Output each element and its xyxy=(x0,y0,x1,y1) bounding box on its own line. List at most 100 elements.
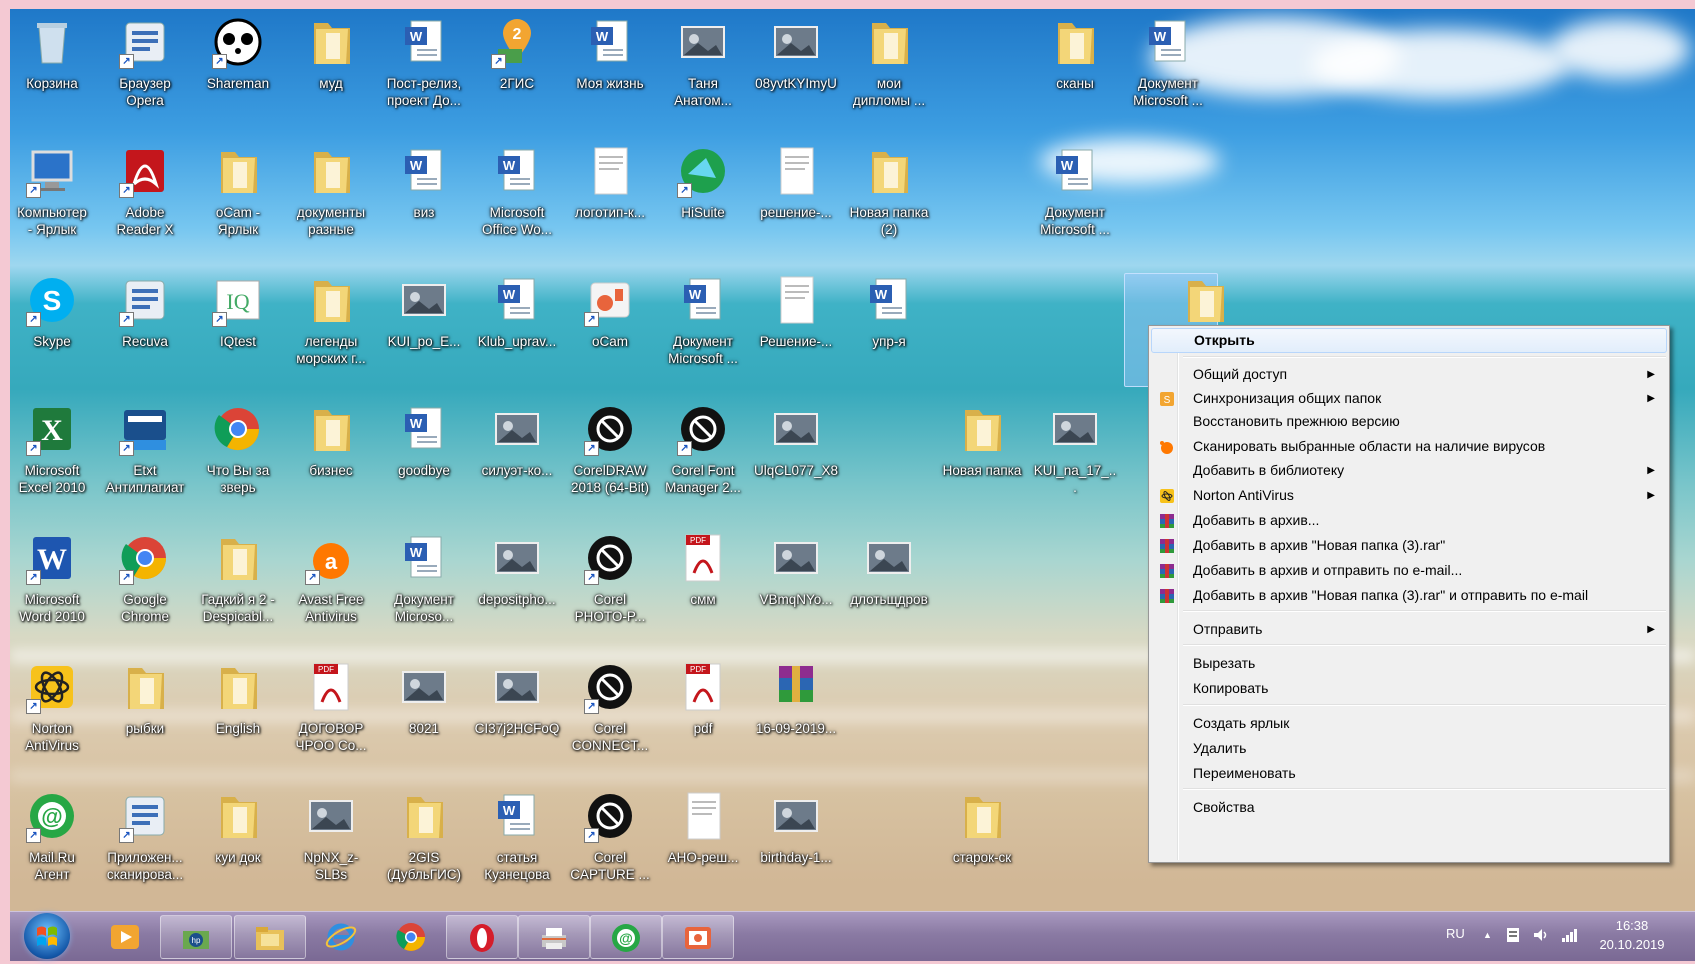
media-player-button[interactable] xyxy=(90,915,160,957)
desktop-icon[interactable]: ↗ Corel CONNECT... xyxy=(567,660,653,754)
desktop-icon[interactable]: IQ ↗ IQtest xyxy=(195,273,281,350)
desktop-icon[interactable]: ↗ Приложен... сканирова... xyxy=(102,789,188,883)
desktop-icon[interactable]: W ↗ Microsoft Word 2010 xyxy=(10,531,95,625)
desktop-icon[interactable]: сканы xyxy=(1032,15,1118,92)
desktop-icon[interactable]: 16-09-2019... xyxy=(753,660,839,737)
desktop-icon[interactable]: документы разные xyxy=(288,144,374,238)
desktop-icon[interactable]: S ↗ Skype xyxy=(10,273,95,350)
desktop-icon[interactable]: Новая папка xyxy=(939,402,1025,479)
desktop-icon[interactable]: бизнес xyxy=(288,402,374,479)
menu-item[interactable]: Добавить в архив и отправить по e-mail..… xyxy=(1151,558,1667,583)
desktop-icon[interactable]: X ↗ Microsoft Excel 2010 xyxy=(10,402,95,496)
menu-item[interactable]: Восстановить прежнюю версию xyxy=(1151,409,1667,434)
desktop-icon[interactable]: ↗ Corel Font Manager 2... xyxy=(660,402,746,496)
desktop-icon[interactable]: ↗ Etxt Антиплагиат xyxy=(102,402,188,496)
desktop-icon[interactable]: VBmqNYo... xyxy=(753,531,839,608)
desktop-icon[interactable]: ↗ Google Chrome xyxy=(102,531,188,625)
desktop-icon[interactable]: куи док xyxy=(195,789,281,866)
desktop-icon[interactable]: W Пост-релиз, проект До... xyxy=(381,15,467,109)
desktop-icon[interactable]: ↗ Компьютер - Ярлык xyxy=(10,144,95,238)
desktop-icon[interactable]: ↗ Recuva xyxy=(102,273,188,350)
desktop-icon[interactable]: легенды морских г... xyxy=(288,273,374,367)
desktop-icon[interactable]: CI37j2HCFoQ xyxy=(474,660,560,737)
desktop-icon[interactable]: W Документ Microsoft ... xyxy=(660,273,746,367)
desktop-icon[interactable]: мои дипломы ... xyxy=(846,15,932,109)
desktop-icon[interactable]: oCam - Ярлык xyxy=(195,144,281,238)
network-signal-icon[interactable] xyxy=(1560,926,1580,944)
desktop-icon[interactable]: ↗ oCam xyxy=(567,273,653,350)
ie-button[interactable] xyxy=(306,915,376,957)
menu-item[interactable]: Вырезать xyxy=(1151,651,1667,676)
desktop-icon[interactable]: W Документ Microso... xyxy=(381,531,467,625)
desktop-icon[interactable]: ↗ HiSuite xyxy=(660,144,746,221)
desktop-icon[interactable]: PDF pdf xyxy=(660,660,746,737)
desktop-icon[interactable]: АНО-реш... xyxy=(660,789,746,866)
desktop-icon[interactable]: W Документ Microsoft ... xyxy=(1125,15,1211,109)
start-button[interactable] xyxy=(24,913,70,959)
desktop-icon[interactable]: Новая папка (2) xyxy=(846,144,932,238)
desktop-icon[interactable]: длотьщдров xyxy=(846,531,932,608)
desktop-icon[interactable]: 2 ↗ 2ГИС xyxy=(474,15,560,92)
desktop-icon[interactable]: ↗ Браузер Opera xyxy=(102,15,188,109)
clock-time[interactable]: 16:38 xyxy=(1602,918,1662,933)
desktop-icon[interactable]: ↗ CorelDRAW 2018 (64-Bit) xyxy=(567,402,653,496)
desktop-icon[interactable]: логотип-к... xyxy=(567,144,653,221)
desktop-icon[interactable]: W Microsoft Office Wo... xyxy=(474,144,560,238)
desktop-icon[interactable]: Гадкий я 2 - Despicabl... xyxy=(195,531,281,625)
menu-item[interactable]: Добавить в библиотеку ▶ xyxy=(1151,458,1667,483)
desktop-icon[interactable]: Wвиз xyxy=(381,144,467,221)
menu-item[interactable]: Отправить ▶ xyxy=(1151,617,1667,642)
desktop-icon[interactable]: Wgoodbye xyxy=(381,402,467,479)
desktop-icon[interactable]: решение-... xyxy=(753,144,839,221)
ocam-button[interactable] xyxy=(662,915,734,959)
desktop-icon[interactable]: English xyxy=(195,660,281,737)
menu-item[interactable]: Сканировать выбранные области на наличие… xyxy=(1151,434,1667,459)
desktop-icon[interactable]: NpNX_z-SLBs xyxy=(288,789,374,883)
desktop-icon[interactable]: ↗ Corel PHOTO-P... xyxy=(567,531,653,625)
printer-button[interactable] xyxy=(518,915,590,959)
menu-item[interactable]: Удалить xyxy=(1151,736,1667,761)
desktop-icon[interactable]: @ ↗ Mail.Ru Агент xyxy=(10,789,95,883)
desktop-icon[interactable]: PDF ДОГОВОР ЧРОО Со... xyxy=(288,660,374,754)
menu-item[interactable]: S Синхронизация общих папок ▶ xyxy=(1151,386,1667,411)
menu-item[interactable]: Свойства xyxy=(1151,795,1667,820)
desktop-icon[interactable]: Корзина xyxy=(10,15,95,92)
menu-item[interactable]: Общий доступ ▶ xyxy=(1151,362,1667,387)
desktop-icon[interactable]: birthday-1... xyxy=(753,789,839,866)
desktop-icon[interactable]: ↗ Adobe Reader X xyxy=(102,144,188,238)
desktop-icon[interactable]: W Klub_uprav... xyxy=(474,273,560,350)
desktop-icon[interactable]: Таня Анатом... xyxy=(660,15,746,109)
desktop-icon[interactable]: depositpho... xyxy=(474,531,560,608)
desktop-icon[interactable]: Решение-... xyxy=(753,273,839,350)
desktop-icon[interactable]: Что Вы за зверь xyxy=(195,402,281,496)
menu-item[interactable]: Копировать xyxy=(1151,676,1667,701)
chrome-taskbar-button[interactable] xyxy=(376,915,446,957)
mail-agent-button[interactable]: @ xyxy=(590,915,662,959)
menu-item[interactable]: Norton AntiVirus ▶ xyxy=(1151,483,1667,508)
menu-item[interactable]: Открыть xyxy=(1151,328,1667,353)
desktop-icon[interactable]: 2GIS (ДубльГИС) xyxy=(381,789,467,883)
desktop-icon[interactable]: рыбки xyxy=(102,660,188,737)
hp-button[interactable]: hp xyxy=(160,915,232,959)
menu-item[interactable]: Добавить в архив... xyxy=(1151,508,1667,533)
desktop-icon[interactable]: KUI_na_17_... xyxy=(1032,402,1118,496)
desktop-icon[interactable]: 08yvtKYImyU xyxy=(753,15,839,92)
menu-item[interactable]: Создать ярлык xyxy=(1151,711,1667,736)
desktop-icon[interactable]: ↗ Norton AntiVirus xyxy=(10,660,95,754)
desktop-icon[interactable]: 8021 xyxy=(381,660,467,737)
desktop-icon[interactable]: W Документ Microsoft ... xyxy=(1032,144,1118,238)
desktop-icon[interactable]: a ↗ Avast Free Antivirus xyxy=(288,531,374,625)
show-hidden-icons-arrow[interactable]: ▲ xyxy=(1483,930,1492,940)
menu-item[interactable]: Добавить в архив "Новая папка (3).rar" и… xyxy=(1151,583,1667,608)
desktop-icon[interactable]: муд xyxy=(288,15,374,92)
clock-date[interactable]: 20.10.2019 xyxy=(1594,937,1670,952)
menu-item[interactable]: Переименовать xyxy=(1151,761,1667,786)
menu-item[interactable]: Добавить в архив "Новая папка (3).rar" xyxy=(1151,533,1667,558)
context-menu[interactable]: Открыть Общий доступ ▶ S Синхронизация общих… xyxy=(1148,325,1670,863)
desktop-icon[interactable]: W Моя жизнь xyxy=(567,15,653,92)
volume-icon[interactable] xyxy=(1532,926,1550,944)
explorer-button[interactable] xyxy=(234,915,306,959)
language-indicator[interactable]: RU xyxy=(1446,926,1465,941)
desktop-icon[interactable]: Wупр-я xyxy=(846,273,932,350)
desktop-icon[interactable]: KUI_po_E... xyxy=(381,273,467,350)
